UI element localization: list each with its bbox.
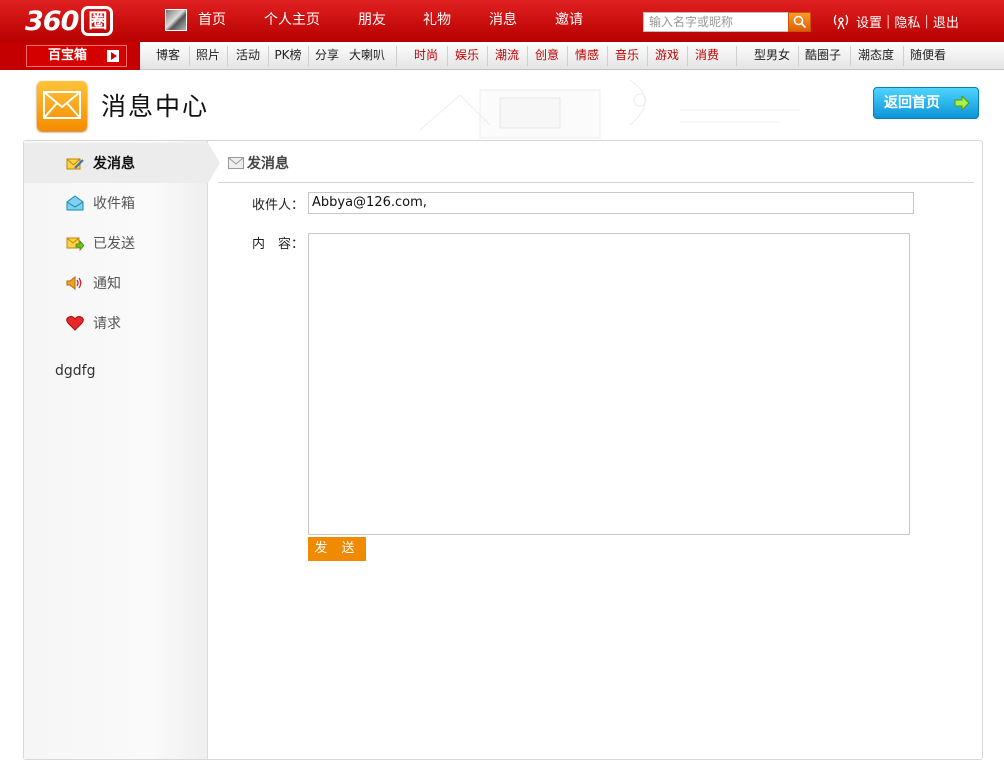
return-home-button[interactable]: 返回首页: [873, 87, 979, 119]
inbox-icon: [66, 195, 84, 211]
message-panel: 发消息 收件箱 已发送 通知 请求 dgdfg 发消息 收件人： Abbya@1…: [23, 140, 983, 760]
sub-link-entertainment[interactable]: 娱乐: [447, 42, 487, 70]
settings-link[interactable]: 设置: [856, 12, 882, 31]
nav-friends[interactable]: 朋友: [358, 0, 423, 42]
sidebar-item-label: 发消息: [93, 156, 135, 172]
envelope-icon: [228, 157, 244, 169]
sub-link-music[interactable]: 音乐: [607, 42, 647, 70]
sidebar-item-sent[interactable]: 已发送: [24, 223, 208, 263]
recipient-input[interactable]: Abbya@126.com,: [308, 192, 914, 214]
main-nav: 首页 个人主页 朋友 礼物 消息 邀请: [198, 0, 615, 42]
sidebar-item-requests[interactable]: 请求: [24, 303, 208, 343]
sidebar-item-label: 通知: [93, 276, 121, 292]
sub-link-creative[interactable]: 创意: [527, 42, 567, 70]
sub-link-pk[interactable]: PK榜: [268, 42, 308, 70]
send-button[interactable]: 发 送: [308, 537, 366, 561]
sub-link-fashion[interactable]: 时尚: [405, 42, 447, 70]
baobox-label: 百宝箱: [48, 48, 88, 63]
sidebar-item-label: 请求: [93, 316, 121, 332]
compose-icon: [66, 155, 84, 171]
sub-link-games[interactable]: 游戏: [647, 42, 687, 70]
content-label: 内 容：: [251, 237, 304, 252]
logo-char: 圈: [81, 6, 114, 36]
sub-link-consume[interactable]: 消费: [687, 42, 727, 70]
decorative-envelope-illustration: [419, 79, 800, 139]
site-logo[interactable]: 360 圈: [25, 4, 114, 38]
page-title: 消息中心: [101, 92, 210, 121]
sidebar-note: dgdfg: [55, 363, 96, 379]
sent-icon: [66, 235, 85, 252]
compose-title-text: 发消息: [247, 156, 289, 172]
search-button[interactable]: [788, 12, 811, 32]
sub-link-circles[interactable]: 酷圈子: [798, 42, 848, 70]
category-bar: 百宝箱 博客 照片 活动 PK榜 分享 大喇叭 时尚 娱乐 潮流 创意 情感 音…: [0, 42, 1004, 70]
sidebar-item-inbox[interactable]: 收件箱: [24, 183, 208, 223]
sub-link-emotion[interactable]: 情感: [567, 42, 607, 70]
nav-messages[interactable]: 消息: [489, 0, 555, 42]
sub-link-blog[interactable]: 博客: [149, 42, 187, 70]
recipient-label: 收件人：: [251, 198, 304, 213]
sub-link-speaker[interactable]: 大喇叭: [345, 42, 389, 70]
sub-link-events[interactable]: 活动: [228, 42, 268, 70]
top-navigation-bar: 360 圈 首页 个人主页 朋友 礼物 消息 邀请 输入名字或昵称 设置 | 隐…: [0, 0, 1004, 42]
user-links: 设置 | 隐私 | 退出: [830, 0, 959, 42]
baobox-button[interactable]: 百宝箱: [26, 45, 127, 67]
user-avatar[interactable]: [165, 9, 187, 31]
page-header: 消息中心 返回首页: [0, 70, 1004, 140]
search-icon: [793, 15, 807, 29]
sidebar-item-notice[interactable]: 通知: [24, 263, 208, 303]
divider: [218, 182, 974, 183]
divider: |: [886, 13, 891, 29]
nav-profile[interactable]: 个人主页: [264, 0, 358, 42]
compose-title: 发消息: [228, 153, 289, 173]
divider: [396, 46, 397, 66]
logout-link[interactable]: 退出: [933, 12, 959, 31]
sub-link-photos[interactable]: 照片: [190, 42, 226, 70]
divider: [736, 46, 737, 66]
sub-link-attitude[interactable]: 潮态度: [851, 42, 901, 70]
message-body-textarea[interactable]: [308, 233, 910, 535]
divider: |: [924, 13, 929, 29]
sidebar-item-label: 已发送: [93, 236, 135, 252]
logo-text: 360: [25, 5, 79, 37]
nav-invite[interactable]: 邀请: [555, 0, 615, 42]
sub-link-trend[interactable]: 潮流: [487, 42, 527, 70]
sidebar-item-compose[interactable]: 发消息: [24, 143, 220, 183]
sidebar-item-label: 收件箱: [93, 196, 135, 212]
message-center-icon: [37, 81, 87, 131]
signal-icon: [833, 14, 849, 30]
speaker-icon: [66, 275, 84, 291]
sub-link-browse[interactable]: 随便看: [903, 42, 953, 70]
play-icon: [107, 50, 119, 62]
heart-icon: [66, 315, 84, 331]
sub-link-style[interactable]: 型男女: [746, 42, 798, 70]
privacy-link[interactable]: 隐私: [894, 12, 920, 31]
nav-gifts[interactable]: 礼物: [423, 0, 489, 42]
sidebar: 发消息 收件箱 已发送 通知 请求 dgdfg: [24, 141, 220, 759]
search-input[interactable]: 输入名字或昵称: [643, 12, 789, 32]
return-home-label: 返回首页: [884, 95, 940, 111]
sub-link-share[interactable]: 分享: [309, 42, 345, 70]
nav-home[interactable]: 首页: [198, 0, 264, 42]
arrow-right-icon: [954, 96, 970, 110]
